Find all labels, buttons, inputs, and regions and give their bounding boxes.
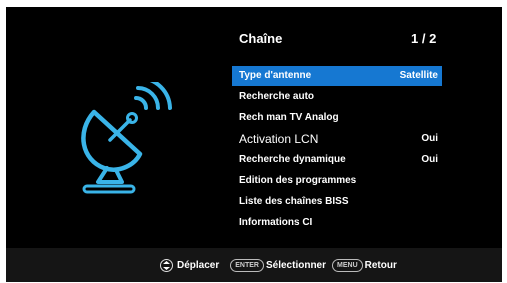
menu-item-auto-search[interactable]: Recherche auto bbox=[232, 87, 442, 107]
menu-item-lcn-activation[interactable]: Activation LCN Oui bbox=[232, 129, 442, 149]
menu-item-label: Recherche auto bbox=[239, 91, 315, 102]
navigation-arrows-icon bbox=[160, 258, 173, 272]
menu-item-antenna-type[interactable]: Type d'antenne Satellite bbox=[232, 66, 442, 86]
move-hint: Déplacer bbox=[177, 259, 220, 271]
enter-key-icon: ENTER bbox=[230, 258, 264, 272]
menu-item-label: Rech man TV Analog bbox=[239, 112, 339, 123]
select-hint: Sélectionner bbox=[265, 259, 327, 271]
menu-item-label: Type d'antenne bbox=[239, 70, 312, 81]
settings-menu: Type d'antenne Satellite Recherche auto … bbox=[232, 66, 442, 234]
menu-item-label: Liste des chaînes BISS bbox=[239, 196, 349, 207]
menu-item-biss-channel-list[interactable]: Liste des chaînes BISS bbox=[232, 192, 442, 212]
menu-item-ci-information[interactable]: Informations CI bbox=[232, 213, 442, 233]
menu-item-dynamic-search[interactable]: Recherche dynamique Oui bbox=[232, 150, 442, 170]
menu-item-value: Oui bbox=[421, 133, 438, 144]
menu-item-value: Oui bbox=[421, 154, 438, 165]
footer-hint-bar: Déplacer ENTER Sélectionner MENU Retour bbox=[6, 248, 502, 282]
menu-key-icon: MENU bbox=[332, 258, 363, 272]
satellite-dish-icon bbox=[74, 76, 182, 194]
menu-item-label: Recherche dynamique bbox=[239, 154, 346, 165]
menu-item-label: Activation LCN bbox=[239, 132, 319, 146]
page-title: Chaîne bbox=[239, 31, 283, 46]
menu-item-label: Informations CI bbox=[239, 217, 313, 228]
menu-item-value: Satellite bbox=[399, 70, 438, 81]
menu-item-manual-analog-search[interactable]: Rech man TV Analog bbox=[232, 108, 442, 128]
tv-settings-screen: Chaîne 1 / 2 Type d'antenne Satellite Re… bbox=[6, 7, 502, 282]
menu-item-program-edit[interactable]: Edition des programmes bbox=[232, 171, 442, 191]
back-hint: Retour bbox=[364, 259, 397, 271]
page-indicator: 1 / 2 bbox=[411, 31, 437, 46]
menu-item-label: Edition des programmes bbox=[239, 175, 357, 186]
